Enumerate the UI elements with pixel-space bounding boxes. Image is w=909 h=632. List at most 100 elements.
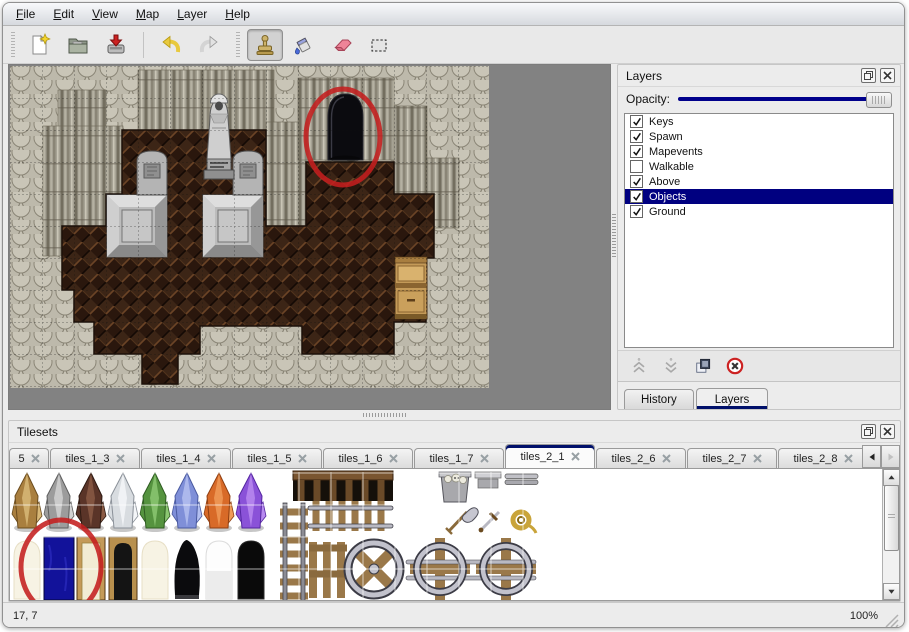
tileset-tab-tiles_1_5[interactable]: tiles_1_5 xyxy=(232,448,322,468)
tab-close-icon[interactable] xyxy=(844,454,853,463)
save-button[interactable] xyxy=(98,29,134,61)
sword-icon xyxy=(479,512,499,532)
panel-tab-history[interactable]: History xyxy=(624,389,694,409)
layer-row-keys[interactable]: Keys xyxy=(625,114,893,129)
map-view[interactable] xyxy=(8,64,611,410)
layer-row-above[interactable]: Above xyxy=(625,174,893,189)
tab-close-icon[interactable] xyxy=(753,454,762,463)
menu-help[interactable]: Help xyxy=(216,5,259,23)
tileset-tab-tiles_2_8[interactable]: tiles_2_8 xyxy=(778,448,868,468)
check-icon xyxy=(632,207,642,217)
tileset-tab-tiles_2_7[interactable]: tiles_2_7 xyxy=(687,448,777,468)
float-panel-button[interactable] xyxy=(861,424,876,439)
green-crystal[interactable] xyxy=(140,473,170,532)
tileset-tab-5[interactable]: 5 xyxy=(9,448,49,468)
open-folder-button[interactable] xyxy=(60,29,96,61)
layer-name: Keys xyxy=(649,116,673,128)
tileset-tab-tiles_1_7[interactable]: tiles_1_7 xyxy=(414,448,504,468)
tab-close-icon[interactable] xyxy=(116,454,125,463)
tile-faint-snow-arch[interactable] xyxy=(206,541,232,599)
scrollbar-thumb[interactable] xyxy=(884,485,899,551)
resize-grip-icon[interactable] xyxy=(884,613,900,628)
layer-name: Above xyxy=(649,176,680,188)
check-icon xyxy=(632,147,642,157)
shovel-icon xyxy=(446,508,478,534)
undo-icon xyxy=(159,33,183,57)
blue-crystal[interactable] xyxy=(172,473,202,532)
layer-row-mapevents[interactable]: Mapevents xyxy=(625,144,893,159)
orange-crystal[interactable] xyxy=(204,473,234,532)
menu-layer[interactable]: Layer xyxy=(168,5,216,23)
layer-row-walkable[interactable]: Walkable xyxy=(625,159,893,174)
stamp-tool-button[interactable] xyxy=(247,29,283,61)
map-canvas[interactable] xyxy=(10,66,489,388)
tab-close-icon[interactable] xyxy=(480,454,489,463)
tileset-tab-tiles_2_1[interactable]: tiles_2_1 xyxy=(505,444,595,468)
layer-visibility-checkbox[interactable] xyxy=(630,115,643,128)
tile-grid xyxy=(10,66,489,388)
tab-close-icon[interactable] xyxy=(662,454,671,463)
tile-faint-arch[interactable] xyxy=(142,541,168,599)
undo-button[interactable] xyxy=(153,29,189,61)
scroll-down-button[interactable] xyxy=(883,583,900,600)
eraser-tool-button[interactable] xyxy=(323,29,359,61)
tab-close-icon[interactable] xyxy=(389,454,398,463)
select-tool-button[interactable] xyxy=(361,29,397,61)
layer-visibility-checkbox[interactable] xyxy=(630,205,643,218)
tab-scroll-right-button[interactable] xyxy=(881,445,900,468)
new-file-button[interactable] xyxy=(22,29,58,61)
tab-close-icon[interactable] xyxy=(571,452,580,461)
scroll-up-button[interactable] xyxy=(883,469,900,486)
tileset-image[interactable] xyxy=(11,470,881,601)
layer-buttons xyxy=(618,350,900,382)
tileset-tab-label: tiles_1_5 xyxy=(247,453,291,465)
tileset-tab-tiles_1_3[interactable]: tiles_1_3 xyxy=(50,448,140,468)
duplicate-layer-button[interactable] xyxy=(690,354,716,378)
layer-visibility-checkbox[interactable] xyxy=(630,175,643,188)
fill-tool-button[interactable] xyxy=(285,29,321,61)
tab-close-icon[interactable] xyxy=(31,454,40,463)
raise-layer-button[interactable] xyxy=(626,354,652,378)
stamp-tool-icon xyxy=(253,33,277,57)
opacity-slider-handle[interactable] xyxy=(866,92,892,108)
ice-crystal[interactable] xyxy=(108,473,138,532)
fill-tool-icon xyxy=(291,33,315,57)
layer-visibility-checkbox[interactable] xyxy=(630,145,643,158)
horizontal-splitter[interactable] xyxy=(3,410,904,420)
layer-visibility-checkbox[interactable] xyxy=(630,130,643,143)
menu-file[interactable]: File xyxy=(7,5,44,23)
delete-layer-button[interactable] xyxy=(722,354,748,378)
toolbar-drag-handle[interactable] xyxy=(234,32,242,58)
tab-close-icon[interactable] xyxy=(298,454,307,463)
purple-crystal[interactable] xyxy=(236,473,266,532)
layer-row-spawn[interactable]: Spawn xyxy=(625,129,893,144)
main-area: Layers Opacity: KeysSpawnMapeventsWalkab… xyxy=(3,64,904,410)
float-panel-button[interactable] xyxy=(861,68,876,83)
menu-view[interactable]: View xyxy=(83,5,127,23)
menu-edit[interactable]: Edit xyxy=(44,5,83,23)
tileset-tab-tiles_2_6[interactable]: tiles_2_6 xyxy=(596,448,686,468)
close-panel-button[interactable] xyxy=(880,424,895,439)
gold-crystal[interactable] xyxy=(12,473,42,532)
tab-scroll-left-button[interactable] xyxy=(862,445,881,468)
toolbar-drag-handle[interactable] xyxy=(9,32,17,58)
new-file-icon xyxy=(28,33,52,57)
layer-row-objects[interactable]: Objects xyxy=(625,189,893,204)
menu-map[interactable]: Map xyxy=(127,5,168,23)
tileset-scrollbar[interactable] xyxy=(882,469,899,600)
redo-button[interactable] xyxy=(191,29,227,61)
opacity-slider[interactable] xyxy=(678,91,892,107)
close-panel-button[interactable] xyxy=(880,68,895,83)
arrow-left-icon xyxy=(868,453,876,461)
vertical-splitter[interactable] xyxy=(611,64,617,410)
layer-visibility-checkbox[interactable] xyxy=(630,190,643,203)
lower-layer-button[interactable] xyxy=(658,354,684,378)
layer-row-ground[interactable]: Ground xyxy=(625,204,893,219)
tile-black-arch[interactable] xyxy=(238,541,264,599)
tileset-tab-tiles_1_6[interactable]: tiles_1_6 xyxy=(323,448,413,468)
opacity-slider-track[interactable] xyxy=(678,97,890,101)
tileset-tab-tiles_1_4[interactable]: tiles_1_4 xyxy=(141,448,231,468)
tab-close-icon[interactable] xyxy=(207,454,216,463)
panel-tab-layers[interactable]: Layers xyxy=(696,388,769,409)
layer-visibility-checkbox[interactable] xyxy=(630,160,643,173)
